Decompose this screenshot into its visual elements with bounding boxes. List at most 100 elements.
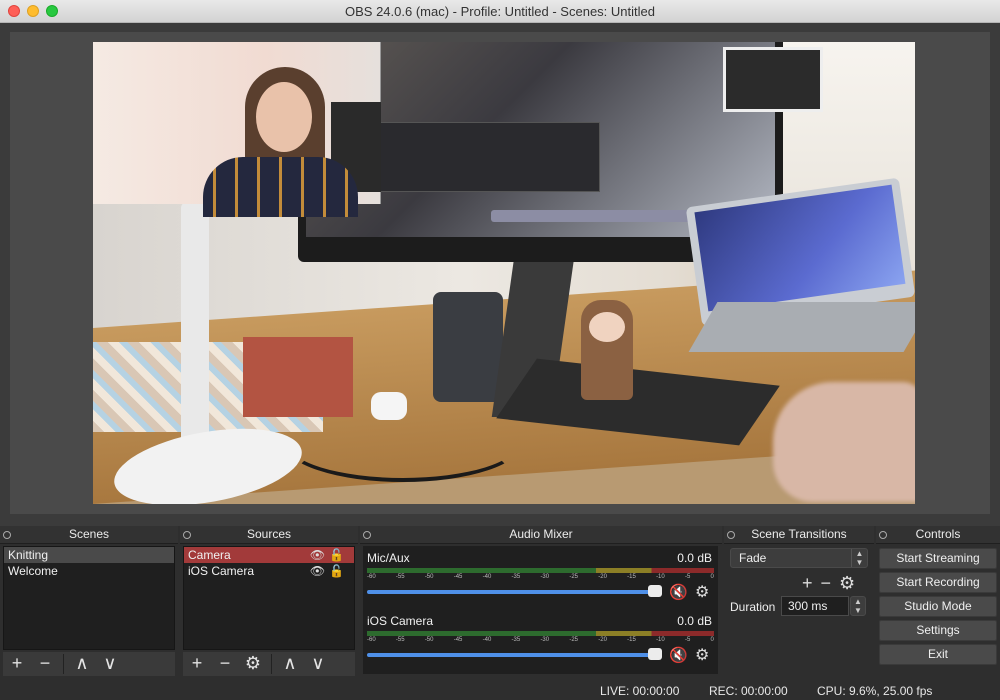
channel-gear-icon[interactable]: ⚙	[695, 645, 709, 665]
meter-tick: -30	[540, 637, 550, 643]
volume-slider[interactable]	[367, 590, 657, 594]
add-scene-button[interactable]: +	[3, 653, 31, 675]
scene-item-welcome[interactable]: Welcome	[4, 563, 174, 579]
transition-select[interactable]: Fade ▲ ▼	[730, 548, 868, 568]
meter-tick: -5	[684, 637, 691, 643]
preview-canvas[interactable]	[93, 42, 915, 504]
channel-name: Mic/Aux	[367, 551, 410, 565]
select-arrows-icon: ▲ ▼	[851, 549, 867, 567]
audio-mixer-body: Mic/Aux 0.0 dB -60 -55 -50 -45 -40 -35 -30 -25-…	[363, 546, 718, 674]
meter-tick: -5	[684, 574, 691, 580]
visibility-lock-icon[interactable]: 👁🔓	[310, 563, 348, 579]
scene-transitions-panel: Scene Transitions Fade ▲ ▼ + − ⚙ Duration…	[724, 526, 874, 678]
dock-float-icon[interactable]	[183, 531, 191, 539]
window-title: OBS 24.0.6 (mac) - Profile: Untitled - S…	[345, 4, 655, 19]
meter-tick: -20	[598, 637, 607, 643]
meter-tick: -45	[453, 574, 463, 580]
meter-tick: -15	[627, 637, 636, 643]
source-label: Camera	[188, 548, 231, 562]
volume-meter	[367, 568, 714, 573]
dock-float-icon[interactable]	[727, 531, 735, 539]
meter-tick: -60	[367, 637, 376, 643]
controls-panel: Controls Start Streaming Start Recording…	[876, 526, 1000, 678]
meter-tick: -25	[569, 574, 579, 580]
transition-gear-icon[interactable]: ⚙	[839, 573, 855, 594]
meter-scale: -60 -55 -50 -45 -40 -35 -30 -25 -20 -15 -10 -5 0	[367, 637, 714, 643]
duration-spinner-icon[interactable]: ▲ ▼	[850, 596, 866, 616]
volume-meter	[367, 631, 714, 636]
move-source-up-button[interactable]: ∧	[276, 653, 304, 675]
scenes-header: Scenes	[0, 526, 178, 544]
transition-tools: + − ⚙	[802, 573, 855, 594]
dock-float-icon[interactable]	[363, 531, 371, 539]
exit-button[interactable]: Exit	[879, 644, 997, 665]
mixer-channel-mic: Mic/Aux 0.0 dB -60 -55 -50 -45 -40 -35 -30 -25-…	[367, 551, 714, 606]
meter-tick: -30	[540, 574, 550, 580]
channel-gear-icon[interactable]: ⚙	[695, 582, 709, 602]
rec-status: REC: 00:00:00	[709, 684, 788, 698]
scene-transitions-header: Scene Transitions	[724, 526, 874, 544]
controls-title: Controls	[915, 527, 961, 541]
meter-tick: -55	[395, 574, 405, 580]
source-item-ios-camera[interactable]: iOS Camera 👁🔓	[184, 563, 354, 579]
status-bar: LIVE: 00:00:00 REC: 00:00:00 CPU: 9.6%, …	[0, 680, 1000, 700]
source-properties-gear-icon[interactable]: ⚙	[239, 653, 267, 675]
preview-area	[10, 32, 990, 514]
remove-transition-icon[interactable]: −	[821, 573, 832, 594]
picture-in-picture-camera[interactable]	[93, 42, 381, 217]
laptop-screen	[694, 184, 906, 312]
channel-db: 0.0 dB	[677, 551, 712, 565]
title-bar: OBS 24.0.6 (mac) - Profile: Untitled - S…	[0, 0, 1000, 23]
move-scene-down-button[interactable]: ∨	[96, 653, 124, 675]
cpu-status: CPU: 9.6%, 25.00 fps	[817, 684, 933, 698]
scenes-panel: Scenes Knitting Welcome + − ∧ ∨	[0, 526, 178, 678]
meter-tick: -50	[424, 637, 434, 643]
meter-tick: 0	[710, 574, 714, 580]
add-source-button[interactable]: +	[183, 653, 211, 675]
meter-tick: -50	[424, 574, 434, 580]
scenes-title: Scenes	[68, 527, 110, 541]
sources-list[interactable]: Camera 👁🔓 iOS Camera 👁🔓	[183, 546, 355, 650]
dock-float-icon[interactable]	[879, 531, 887, 539]
move-scene-up-button[interactable]: ∧	[68, 653, 96, 675]
scene-light-panel	[723, 47, 823, 112]
duration-input[interactable]: 300 ms	[781, 596, 849, 616]
meter-tick: -10	[656, 574, 665, 580]
sources-title: Sources	[246, 527, 292, 541]
settings-button[interactable]: Settings	[879, 620, 997, 641]
meter-tick: -40	[482, 637, 492, 643]
source-item-camera[interactable]: Camera 👁🔓	[184, 547, 354, 563]
laptop-base	[688, 302, 915, 352]
volume-slider-handle[interactable]	[648, 585, 662, 597]
remove-source-button[interactable]: −	[211, 653, 239, 675]
scenes-list[interactable]: Knitting Welcome	[3, 546, 175, 650]
transition-selected-value: Fade	[739, 551, 767, 565]
muted-speaker-icon[interactable]: 🔇	[669, 646, 688, 664]
source-label: iOS Camera	[188, 564, 255, 578]
meter-tick: -35	[511, 574, 521, 580]
add-transition-icon[interactable]: +	[802, 573, 813, 594]
scene-label: Welcome	[8, 564, 58, 578]
dock-area: Scenes Knitting Welcome + − ∧ ∨ Sources …	[0, 526, 1000, 700]
meter-tick: -15	[627, 574, 636, 580]
remove-scene-button[interactable]: −	[31, 653, 59, 675]
move-source-down-button[interactable]: ∨	[304, 653, 332, 675]
sources-panel: Sources Camera 👁🔓 iOS Camera 👁🔓 + − ⚙ ∧ …	[180, 526, 358, 678]
dock-float-icon[interactable]	[3, 531, 11, 539]
muted-speaker-icon[interactable]: 🔇	[669, 583, 688, 601]
scene-figurine-face	[589, 312, 625, 342]
scene-earbuds	[371, 392, 407, 420]
meter-tick: -45	[453, 637, 463, 643]
meter-tick: -35	[511, 637, 521, 643]
meter-scale: -60 -55 -50 -45 -40 -35 -30 -25 -20 -15 -10 -5 0	[367, 574, 714, 580]
scene-transitions-title: Scene Transitions	[751, 527, 847, 541]
volume-slider[interactable]	[367, 653, 657, 657]
scenes-toolbar: + − ∧ ∨	[3, 652, 175, 676]
start-streaming-button[interactable]: Start Streaming	[879, 548, 997, 569]
volume-slider-handle[interactable]	[648, 648, 662, 660]
studio-mode-button[interactable]: Studio Mode	[879, 596, 997, 617]
scene-couch	[243, 337, 353, 417]
visibility-lock-icon[interactable]: 👁🔓	[310, 547, 348, 563]
start-recording-button[interactable]: Start Recording	[879, 572, 997, 593]
scene-item-knitting[interactable]: Knitting	[4, 547, 174, 563]
